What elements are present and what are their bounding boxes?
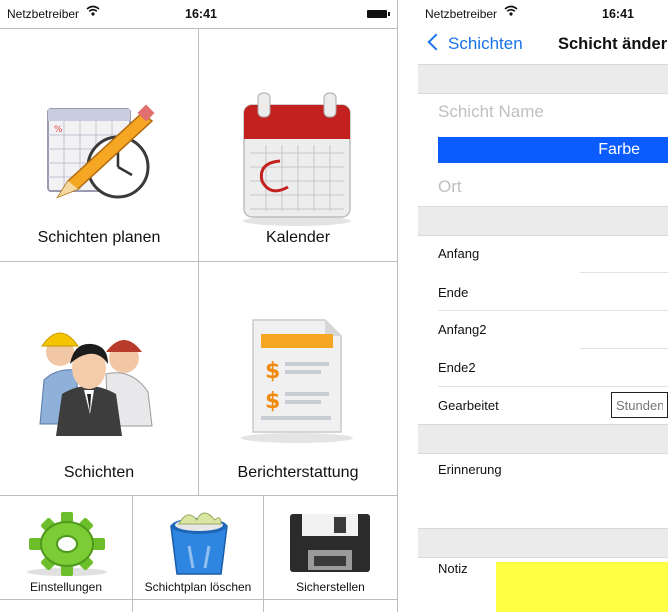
gear-icon — [27, 512, 107, 576]
tile-sicherstellen[interactable]: Sicherstellen — [264, 496, 397, 600]
tile-label: Schichten — [63, 464, 135, 481]
tile-label: Einstellungen — [29, 580, 103, 594]
report-document-icon: $ $ — [241, 319, 353, 443]
tile-label: Berichterstattung — [237, 464, 359, 481]
floppy-disk-icon — [290, 514, 370, 572]
section-separator — [418, 206, 668, 236]
tile-schichtplan-loeschen[interactable]: Schichtplan löschen — [133, 496, 264, 600]
start-label: Anfang — [438, 246, 480, 261]
tile-label: Schichten planen — [37, 229, 161, 246]
wifi-icon — [86, 5, 100, 16]
end2-label: Ende2 — [438, 360, 476, 375]
row-divider — [438, 386, 668, 387]
tile-kalender[interactable]: Kalender — [199, 28, 397, 262]
chevron-left-icon — [427, 33, 445, 51]
tile-partial — [133, 600, 264, 612]
tile-schichten-planen[interactable]: % Schichten planen — [0, 28, 199, 262]
row-divider — [580, 348, 668, 349]
status-time: 16:41 — [185, 7, 217, 21]
battery-icon — [367, 10, 390, 18]
worked-hours-input[interactable] — [611, 392, 668, 418]
calendar-icon — [243, 92, 351, 226]
back-label: Schichten — [448, 34, 523, 53]
carrier-label: Netzbetreiber — [7, 7, 80, 21]
svg-text:%: % — [54, 125, 63, 135]
navigation-bar: Schichten Schicht ändern — [418, 26, 668, 65]
main-menu-screen: Netzbetreiber 16:41 % Schichten planen K… — [0, 0, 398, 612]
section-separator — [418, 528, 668, 558]
section-separator — [418, 64, 668, 94]
status-time: 16:41 — [602, 7, 634, 21]
note-textarea[interactable] — [496, 562, 668, 612]
status-bar: Netzbetreiber 16:41 — [0, 0, 397, 26]
tile-berichterstattung[interactable]: $ $ Berichterstattung — [199, 262, 397, 496]
wifi-icon — [504, 5, 518, 16]
trash-bin-icon — [170, 512, 228, 575]
shift-name-input[interactable]: Schicht Name — [438, 102, 544, 122]
screen-gap — [398, 0, 418, 612]
tile-einstellungen[interactable]: Einstellungen — [0, 496, 133, 600]
edit-shift-screen: Netzbetreiber 16:41 Schichten Schicht än… — [418, 0, 668, 612]
start2-label: Anfang2 — [438, 322, 487, 337]
location-input[interactable]: Ort — [438, 177, 462, 197]
carrier-label: Netzbetreiber — [425, 7, 498, 21]
end-label: Ende — [438, 285, 469, 300]
tile-schichten[interactable]: Schichten — [0, 262, 199, 496]
color-label: Farbe — [598, 141, 640, 158]
reminder-label: Erinnerung — [438, 462, 502, 477]
tile-partial — [0, 600, 133, 612]
row-divider — [580, 272, 668, 273]
page-title: Schicht ändern — [558, 35, 668, 53]
color-picker-button[interactable]: Farbe — [438, 137, 668, 163]
workers-icon — [39, 332, 153, 436]
row-divider — [438, 310, 668, 311]
back-button[interactable]: Schichten — [427, 33, 523, 54]
tile-label: Schichtplan löschen — [144, 580, 252, 594]
tile-partial — [264, 600, 397, 612]
section-separator — [418, 424, 668, 454]
tile-label: Sicherstellen — [296, 580, 365, 594]
svg-text:$: $ — [265, 389, 280, 414]
status-bar: Netzbetreiber 16:41 — [418, 0, 668, 26]
svg-text:$: $ — [265, 359, 280, 384]
calendar-pencil-clock-icon: % — [47, 104, 155, 199]
tile-label: Kalender — [265, 229, 331, 246]
